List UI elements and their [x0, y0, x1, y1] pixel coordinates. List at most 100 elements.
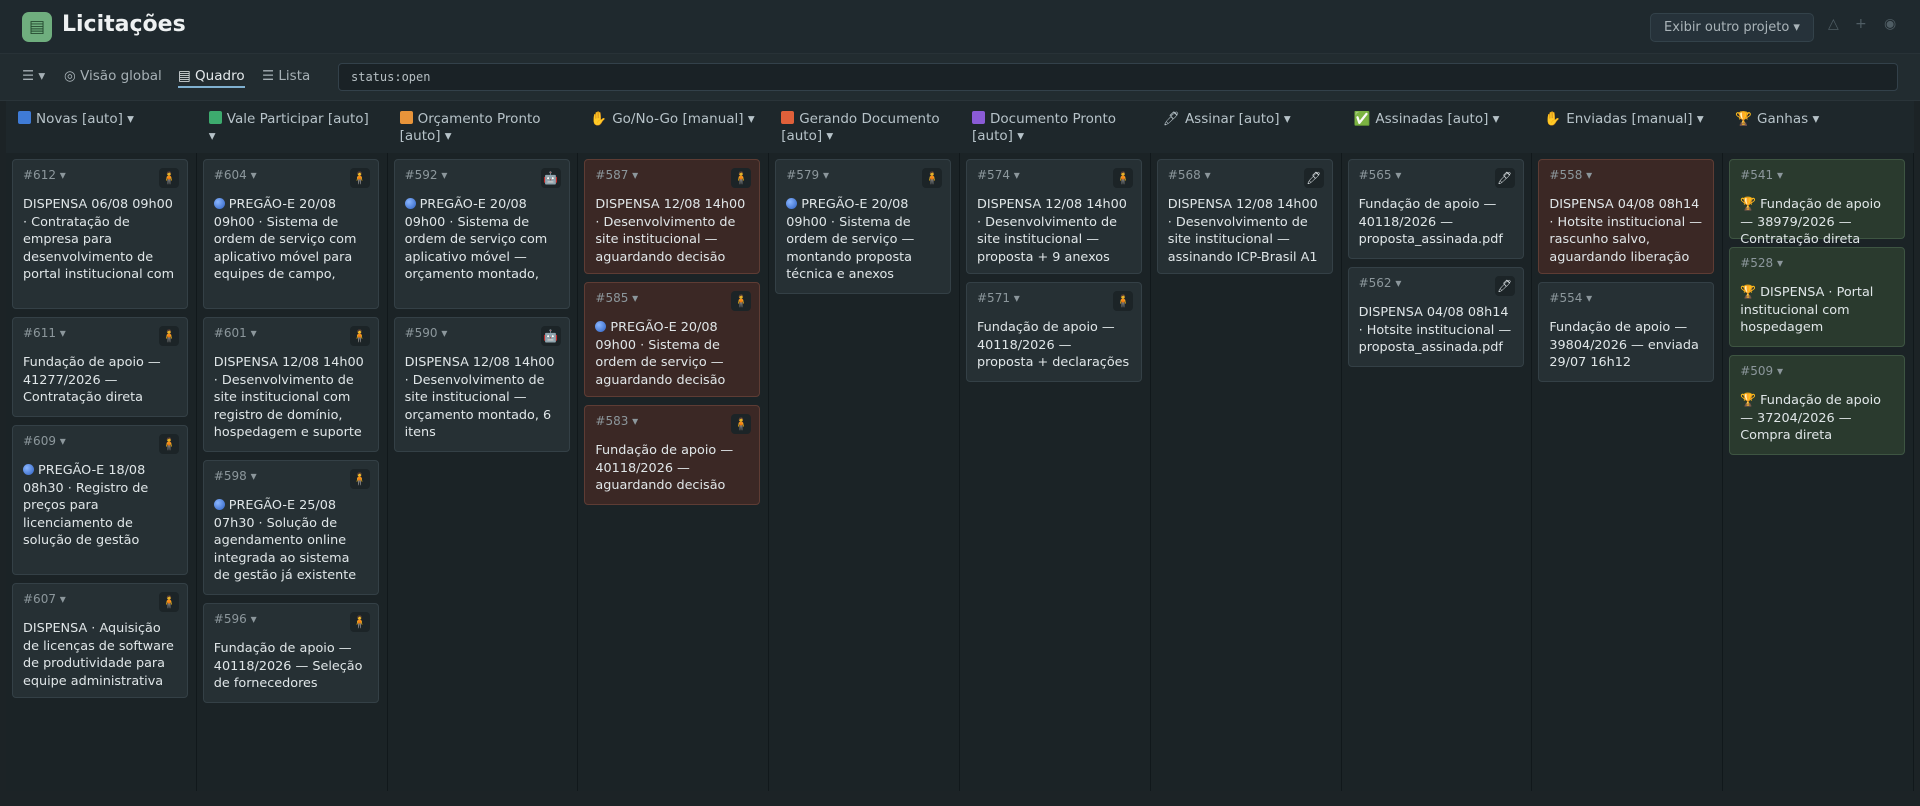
warning-icon[interactable]: △ [1828, 16, 1839, 32]
assignee-avatar-icon: 🧍 [349, 612, 370, 632]
card-title: DISPENSA · Aquisição de licenças de soft… [23, 621, 174, 689]
card-title: PREGÃO-E 25/08 07h30 · Solução de agenda… [213, 498, 357, 583]
column-body: #604 ▾ 🧍 PREGÃO-E 20/08 09h00 · Sistema de… [196, 153, 388, 791]
board-card[interactable]: #598 ▾ 🧍 PREGÃO-E 25/08 07h30 · Solução de… [202, 460, 379, 595]
card-id[interactable]: #579 ▾ [786, 168, 940, 184]
column-header[interactable]: 🏆 Ganhas ▾ [1723, 101, 1914, 153]
board-card[interactable]: #509 ▾ 🏆 Fundação de apoio — 37204/2026 — … [1729, 355, 1906, 455]
column-icon: ✋ [590, 111, 608, 127]
user-icon[interactable]: ◉ [1884, 16, 1896, 32]
assignee-avatar-icon: 🤖 [540, 326, 561, 346]
card-id[interactable]: #607 ▾ [23, 592, 177, 608]
card-title: Fundação de apoio — 41277/2026 — Contrat… [23, 355, 161, 405]
column-header[interactable]: Documento Pronto [auto] ▾ [960, 101, 1151, 153]
globe-icon [23, 464, 34, 475]
column-header[interactable]: ✅ Assinadas [auto] ▾ [1341, 101, 1533, 153]
board-card[interactable]: #585 ▾ 🧍 PREGÃO-E 20/08 09h00 · Sistema de… [584, 282, 761, 397]
board-card[interactable]: #568 ▾ 🖊 DISPENSA 12/08 14h00 · Desenvolvi… [1156, 159, 1333, 274]
board-card[interactable]: #587 ▾ 🧍 DISPENSA 12/08 14h00 · Desenvolvi… [584, 159, 761, 274]
column-header[interactable]: 🖊 Assinar [auto] ▾ [1150, 101, 1342, 153]
column-header[interactable]: ✋ Enviadas [manual] ▾ [1532, 101, 1724, 153]
card-text: 🏆 DISPENSA · Portal institucional com hos… [1740, 284, 1894, 337]
card-id[interactable]: #558 ▾ [1549, 168, 1703, 184]
board-card[interactable]: #596 ▾ 🧍 Fundação de apoio — 40118/2026 — … [202, 603, 379, 703]
column-body: #579 ▾ 🧍 PREGÃO-E 20/08 09h00 · Sistema de… [769, 153, 960, 791]
card-text: PREGÃO-E 20/08 09h00 · Sistema de ordem … [404, 196, 559, 284]
board-card[interactable]: #558 ▾ DISPENSA 04/08 08h14 · Hotsite ins… [1538, 159, 1715, 274]
board-column: ✋ Go/No-Go [manual] ▾ #587 ▾ 🧍 DISPENSA 12/0… [578, 101, 770, 791]
assignee-avatar-icon: 🖊 [1494, 276, 1515, 296]
card-id[interactable]: #509 ▾ [1740, 364, 1894, 380]
board-card[interactable]: #579 ▾ 🧍 PREGÃO-E 20/08 09h00 · Sistema de… [775, 159, 952, 294]
assignee-avatar-icon: 🧍 [159, 592, 179, 612]
card-id[interactable]: #554 ▾ [1549, 291, 1703, 307]
card-title: Fundação de apoio — 40118/2026 — Seleção… [213, 641, 363, 691]
trophy-icon: 🏆 [1740, 285, 1757, 300]
card-id[interactable]: #583 ▾ [595, 414, 749, 430]
column-title: Vale Participar [auto] ▾ [208, 111, 369, 144]
board-card[interactable]: #562 ▾ 🖊 DISPENSA 04/08 08h14 · Hotsite in… [1347, 267, 1524, 367]
card-title: Fundação de apoio — 38979/2026 — Contrat… [1740, 197, 1881, 247]
card-text: Fundação de apoio — 41277/2026 — Contrat… [23, 354, 177, 407]
board-card[interactable]: #528 ▾ 🏆 DISPENSA · Portal institucional c… [1729, 247, 1906, 347]
card-title: Fundação de apoio — 40118/2026 — aguarda… [595, 443, 734, 493]
board-card[interactable]: #612 ▾ 🧍 DISPENSA 06/08 09h00 · Contrataçã… [12, 159, 188, 309]
board-card[interactable]: #574 ▾ 🧍 DISPENSA 12/08 14h00 · Desenvolvi… [966, 159, 1142, 274]
card-id[interactable]: #571 ▾ [977, 291, 1131, 307]
card-id[interactable]: #562 ▾ [1359, 276, 1513, 292]
plus-icon[interactable]: + [1855, 16, 1867, 32]
card-title: Fundação de apoio — 40118/2026 — propost… [977, 320, 1130, 370]
column-header[interactable]: ✋ Go/No-Go [manual] ▾ [578, 101, 770, 153]
column-header[interactable]: Orçamento Pronto [auto] ▾ [387, 101, 579, 153]
card-id[interactable]: #528 ▾ [1740, 256, 1894, 272]
board-card[interactable]: #583 ▾ 🧍 Fundação de apoio — 40118/2026 — … [584, 405, 761, 505]
card-id[interactable]: #574 ▾ [977, 168, 1131, 184]
assignee-avatar-icon: 🧍 [349, 326, 370, 346]
tab-global-view[interactable]: ◎ Visão global [64, 68, 162, 84]
card-id[interactable]: #611 ▾ [23, 326, 177, 342]
card-id[interactable]: #601 ▾ [214, 326, 368, 342]
column-header[interactable]: Novas [auto] ▾ [6, 101, 197, 153]
column-title: Go/No-Go [manual] ▾ [612, 111, 755, 127]
card-id[interactable]: #596 ▾ [214, 612, 368, 628]
card-id[interactable]: #587 ▾ [595, 168, 749, 184]
globe-icon [595, 321, 607, 332]
card-id[interactable]: #568 ▾ [1168, 168, 1322, 184]
board-card[interactable]: #592 ▾ 🤖 PREGÃO-E 20/08 09h00 · Sistema de… [393, 159, 570, 309]
column-header[interactable]: Vale Participar [auto] ▾ [196, 101, 388, 153]
card-id[interactable]: #592 ▾ [405, 168, 559, 184]
menu-button[interactable]: ☰ ▾ [22, 68, 45, 84]
column-color-icon [18, 111, 31, 124]
card-id[interactable]: #590 ▾ [405, 326, 559, 342]
card-id[interactable]: #541 ▾ [1740, 168, 1894, 184]
board-card[interactable]: #609 ▾ 🧍 PREGÃO-E 18/08 08h30 · Registro d… [12, 425, 188, 575]
tab-list[interactable]: ☰ Lista [262, 68, 310, 84]
board-card[interactable]: #601 ▾ 🧍 DISPENSA 12/08 14h00 · Desenvolvi… [202, 317, 379, 452]
board-card[interactable]: #565 ▾ 🖊 Fundação de apoio — 40118/2026 — … [1347, 159, 1524, 259]
board-card[interactable]: #571 ▾ 🧍 Fundação de apoio — 40118/2026 — … [966, 282, 1142, 382]
card-id[interactable]: #598 ▾ [214, 469, 368, 485]
column-header[interactable]: Gerando Documento [auto] ▾ [769, 101, 960, 153]
card-id[interactable]: #612 ▾ [23, 168, 177, 184]
board-card[interactable]: #590 ▾ 🤖 DISPENSA 12/08 14h00 · Desenvolvi… [393, 317, 570, 452]
card-id[interactable]: #585 ▾ [595, 291, 749, 307]
card-text: 🏆 Fundação de apoio — 37204/2026 — Compra… [1740, 392, 1894, 445]
board-card[interactable]: #604 ▾ 🧍 PREGÃO-E 20/08 09h00 · Sistema de… [202, 159, 379, 309]
board-card[interactable]: #607 ▾ 🧍 DISPENSA · Aquisição de licenças … [12, 583, 188, 698]
assignee-avatar-icon: 🖊 [1494, 168, 1515, 188]
card-text: Fundação de apoio — 40118/2026 — propost… [977, 319, 1131, 372]
card-title: DISPENSA 12/08 14h00 · Desenvolvimento d… [977, 197, 1127, 265]
switch-project-button[interactable]: Exibir outro projeto ▾ [1650, 13, 1814, 42]
card-id[interactable]: #565 ▾ [1359, 168, 1513, 184]
column-title: Gerando Documento [auto] ▾ [781, 111, 940, 144]
card-id[interactable]: #609 ▾ [23, 434, 177, 450]
card-id[interactable]: #604 ▾ [214, 168, 368, 184]
page-title: Licitações [62, 12, 186, 37]
filter-input[interactable]: status:open [338, 63, 1898, 91]
tab-board[interactable]: ▤ Quadro [178, 68, 245, 88]
board-card[interactable]: #554 ▾ Fundação de apoio — 39804/2026 — e… [1538, 282, 1715, 382]
board-card[interactable]: #611 ▾ 🧍 Fundação de apoio — 41277/2026 — … [12, 317, 188, 417]
card-text: Fundação de apoio — 40118/2026 — Seleção… [214, 640, 368, 693]
board-card[interactable]: #541 ▾ 🏆 Fundação de apoio — 38979/2026 — … [1729, 159, 1906, 247]
board-column: Documento Pronto [auto] ▾ #574 ▾ 🧍 DISPENSA… [960, 101, 1151, 791]
